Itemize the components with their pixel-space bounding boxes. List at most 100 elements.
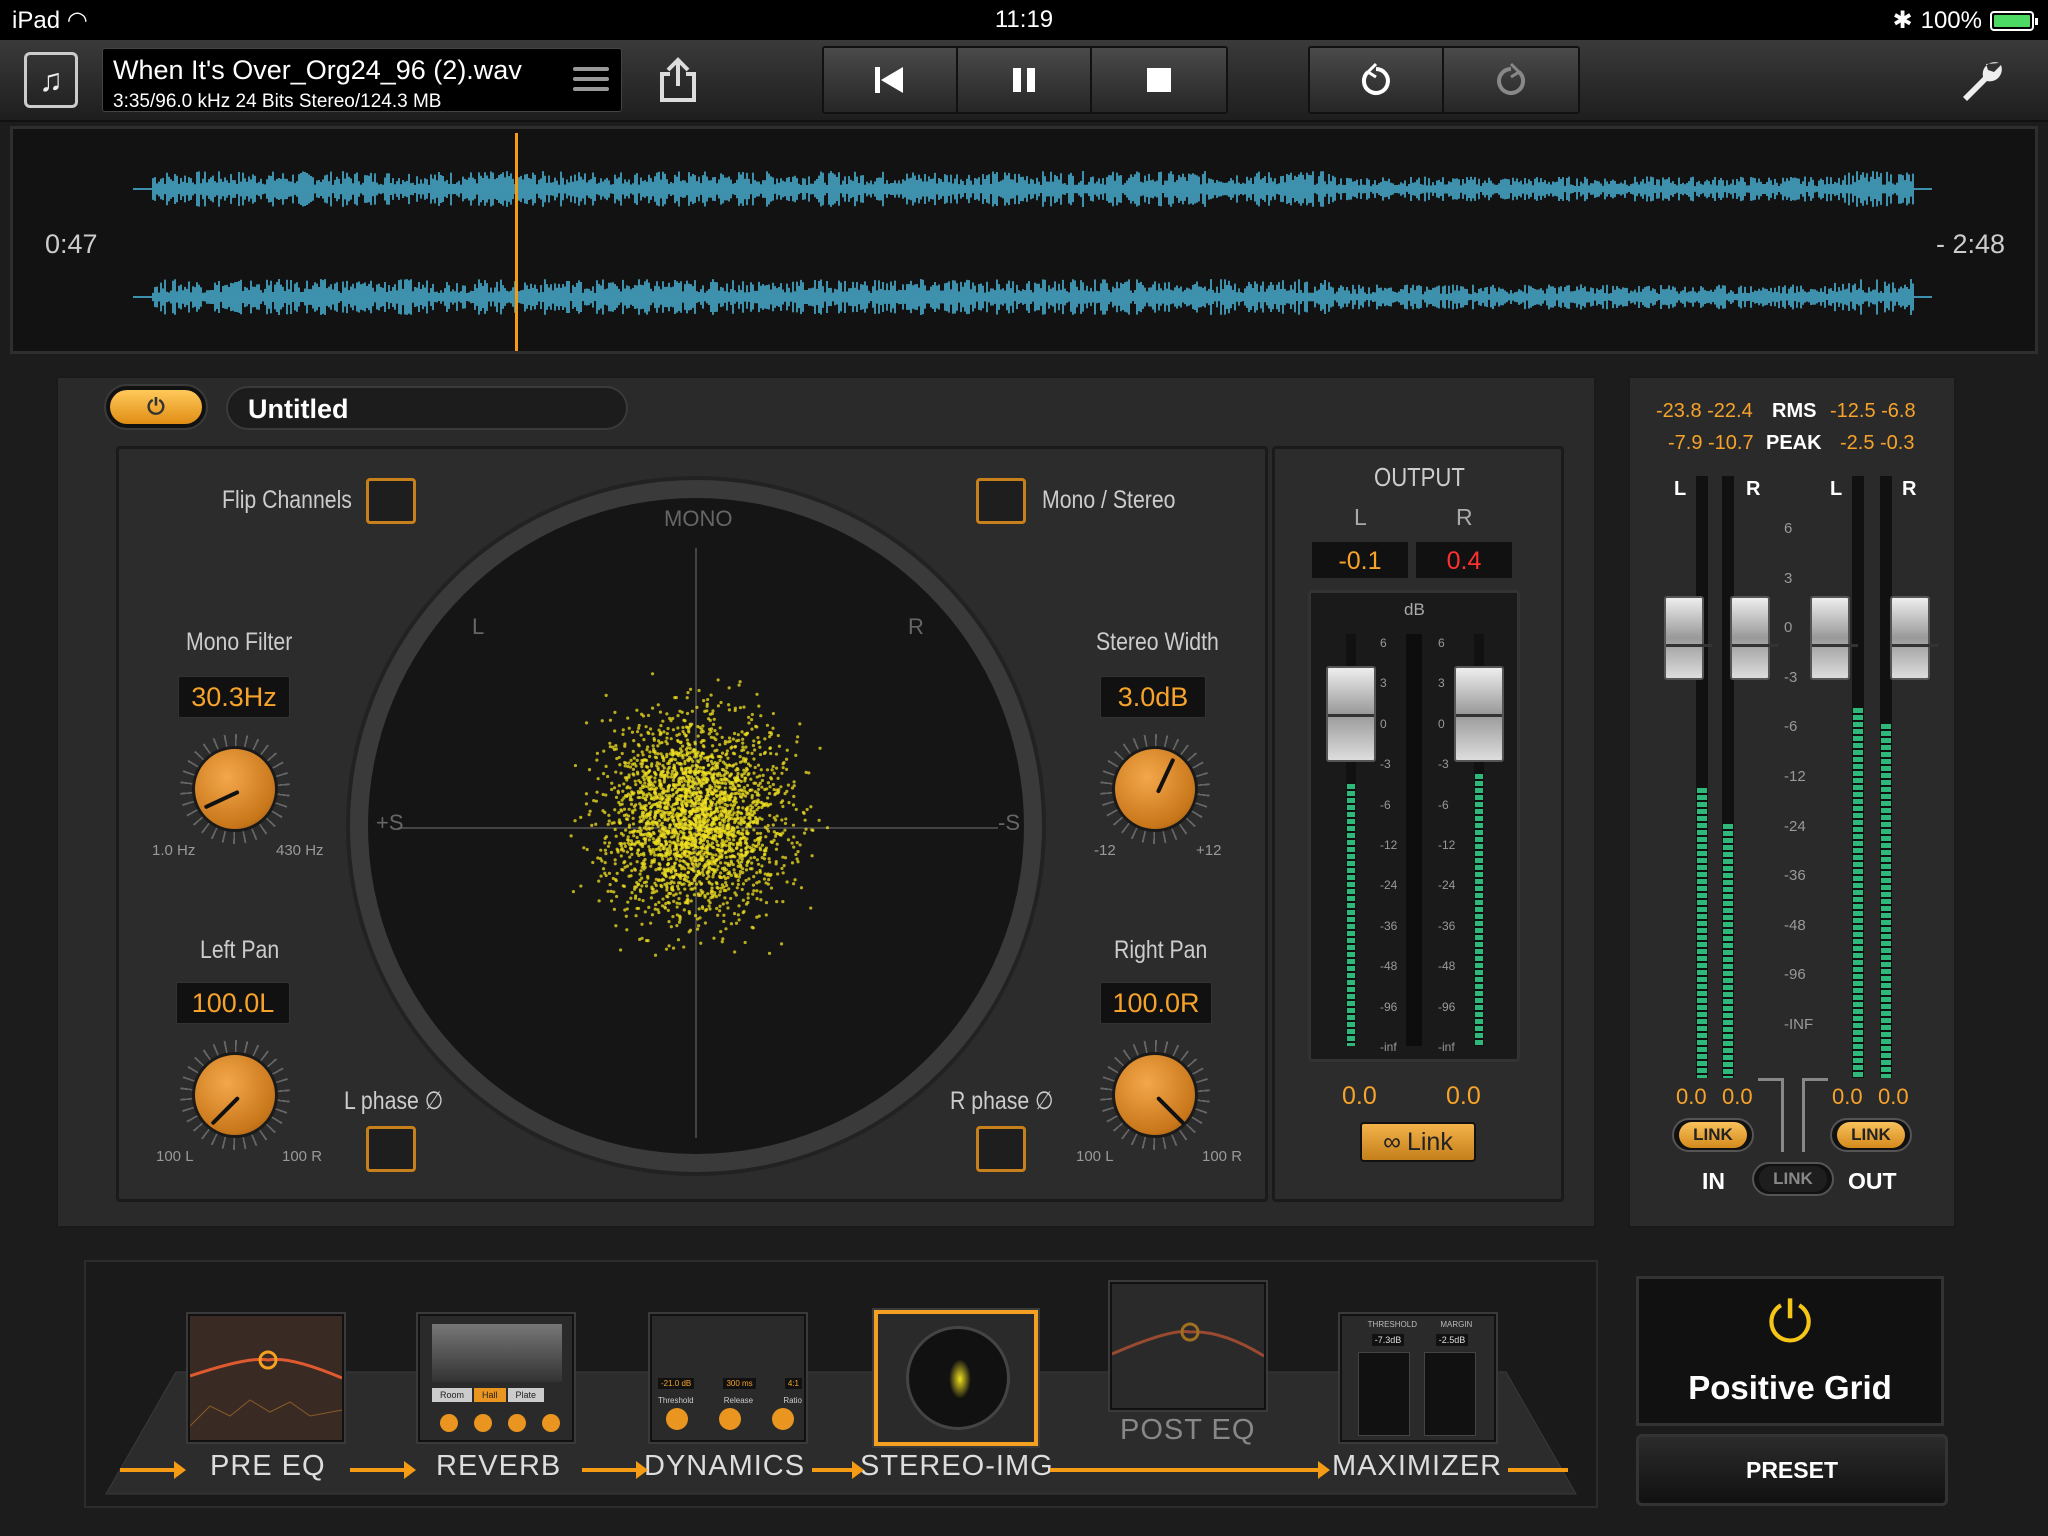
scale-tick: -96 [1380, 999, 1398, 1014]
io-link-label: LINK [1759, 1166, 1827, 1192]
undo-icon[interactable] [1310, 48, 1444, 112]
scale-tick: 0 [1380, 716, 1387, 731]
scale-tick: -36 [1380, 918, 1398, 933]
output-l-gain: 0.0 [1342, 1082, 1377, 1110]
out-r-value: 0.0 [1878, 1084, 1909, 1109]
out-r-label: R [1902, 478, 1917, 500]
waveform-left-channel [133, 171, 1932, 207]
wrench-icon[interactable] [1952, 52, 2012, 108]
scope-points [398, 548, 998, 1138]
file-info: 3:35/96.0 kHz 24 Bits Stereo/124.3 MB [113, 91, 442, 112]
undo-redo [1308, 46, 1580, 114]
out-right-fader[interactable] [1890, 596, 1938, 680]
module-pre-eq[interactable] [188, 1314, 344, 1442]
right-pan-knob[interactable] [1100, 1040, 1210, 1150]
module-dynamics[interactable]: -21.0 dB 300 ms 4:1 Threshold Release Ratio [650, 1314, 806, 1442]
scale-tick: -6 [1784, 718, 1798, 736]
power-icon: ⏻ [110, 390, 202, 424]
mono-filter-knob[interactable] [180, 734, 290, 844]
scope-plus-s-label: +S [376, 810, 404, 835]
stop-icon[interactable] [1092, 48, 1226, 112]
out-peak-values: -2.5 -0.3 [1840, 432, 1915, 454]
preset-name-field[interactable]: Untitled [226, 386, 628, 430]
pause-icon[interactable] [958, 48, 1092, 112]
mono-filter-value[interactable]: 30.3Hz [178, 676, 290, 718]
power-logo-icon: ⏻ [1767, 1290, 1813, 1353]
scale-tick: -INF [1784, 1016, 1814, 1033]
scale-tick: 6 [1784, 520, 1793, 537]
redo-icon[interactable] [1444, 48, 1578, 112]
out-left-fader[interactable] [1810, 596, 1858, 680]
chain-arrow-end [1508, 1468, 1568, 1472]
flip-channels-label: Flip Channels [222, 486, 352, 514]
scale-tick: -12 [1380, 838, 1398, 852]
stereo-width-value[interactable]: 3.0dB [1100, 676, 1206, 718]
chain-arrow [582, 1461, 648, 1479]
scale-tick: 0 [1784, 619, 1793, 637]
file-box[interactable]: When It's Over_Org24_96 (2).wav 3:35/96.… [102, 48, 622, 112]
stereo-width-min: -12 [1094, 842, 1116, 859]
out-meter-left [1852, 476, 1864, 1078]
left-pan-value[interactable]: 100.0L [176, 982, 290, 1024]
module-post-eq[interactable] [1110, 1282, 1266, 1410]
toolbar: ♫ When It's Over_Org24_96 (2).wav 3:35/9… [0, 40, 2048, 122]
left-pan-knob[interactable] [180, 1040, 290, 1150]
rms-label: RMS [1772, 400, 1817, 422]
io-link-button[interactable]: LINK [1752, 1162, 1834, 1196]
right-pan-value[interactable]: 100.0R [1100, 982, 1212, 1024]
in-left-fader[interactable] [1664, 596, 1712, 680]
mono-filter-label: Mono Filter [186, 628, 293, 656]
output-r-gain: 0.0 [1446, 1082, 1481, 1110]
scale-tick: -6 [1380, 797, 1391, 812]
r-phase-checkbox[interactable] [976, 1126, 1026, 1172]
module-label-pre-eq: PRE EQ [210, 1450, 326, 1482]
bluetooth-icon: ✱ [1892, 7, 1913, 34]
menu-icon[interactable] [573, 61, 609, 97]
l-phase-checkbox[interactable] [366, 1126, 416, 1172]
waveform-view[interactable]: 0:47 - 2:48 [10, 126, 2038, 354]
share-icon[interactable] [650, 52, 706, 108]
output-link-button[interactable]: ∞ Link [1360, 1122, 1476, 1162]
in-label: IN [1702, 1168, 1725, 1194]
scope-display [368, 498, 1024, 1154]
playhead[interactable] [515, 133, 518, 351]
reverb-knob [508, 1414, 526, 1432]
l-phase-label: L phase ∅ [344, 1087, 444, 1115]
preset-button[interactable]: PRESET [1636, 1434, 1948, 1506]
module-reverb[interactable]: Room Hall Plate [418, 1314, 574, 1442]
music-library-icon[interactable]: ♫ [24, 52, 78, 108]
scope-l-label: L [472, 614, 485, 639]
module-stereo-img[interactable] [874, 1310, 1038, 1446]
reverb-type-room: Room [432, 1388, 473, 1402]
elapsed-time: 0:47 [45, 229, 98, 259]
flip-channels-checkbox[interactable] [366, 478, 416, 524]
battery-icon [1990, 10, 2038, 31]
reverb-type-hall: Hall [474, 1388, 506, 1402]
dynamics-knob [666, 1408, 688, 1430]
mono-filter-min: 1.0 Hz [152, 842, 196, 859]
left-pan-label: Left Pan [200, 936, 280, 964]
left-pan-min: 100 L [156, 1148, 194, 1165]
skip-back-icon[interactable] [824, 48, 958, 112]
mono-stereo-checkbox[interactable] [976, 478, 1026, 524]
in-right-fader[interactable] [1730, 596, 1778, 680]
r-phase-label: R phase ∅ [950, 1087, 1054, 1115]
module-label-reverb: REVERB [436, 1450, 562, 1482]
output-left-fader[interactable] [1326, 666, 1376, 762]
out-link-button[interactable]: LINK [1830, 1118, 1912, 1152]
stereo-width-knob[interactable] [1100, 734, 1210, 844]
scale-tick: 3 [1380, 676, 1387, 691]
scale-tick: -24 [1438, 878, 1456, 893]
in-link-button[interactable]: LINK [1672, 1118, 1754, 1152]
stereo-width-label: Stereo Width [1096, 628, 1219, 656]
output-link-label: Link [1406, 1127, 1453, 1156]
in-l-value: 0.0 [1676, 1084, 1707, 1109]
scale-tick: 6 [1380, 636, 1387, 650]
dynamics-knob-label: Threshold [658, 1396, 694, 1405]
output-right-fader[interactable] [1454, 666, 1504, 762]
right-pan-label: Right Pan [1114, 936, 1208, 964]
power-button[interactable]: ⏻ [104, 384, 208, 430]
module-maximizer[interactable]: THRESHOLD MARGIN -7.3dB -2.5dB [1340, 1314, 1496, 1442]
reverb-knob [474, 1414, 492, 1432]
scale-tick: -96 [1438, 999, 1456, 1014]
